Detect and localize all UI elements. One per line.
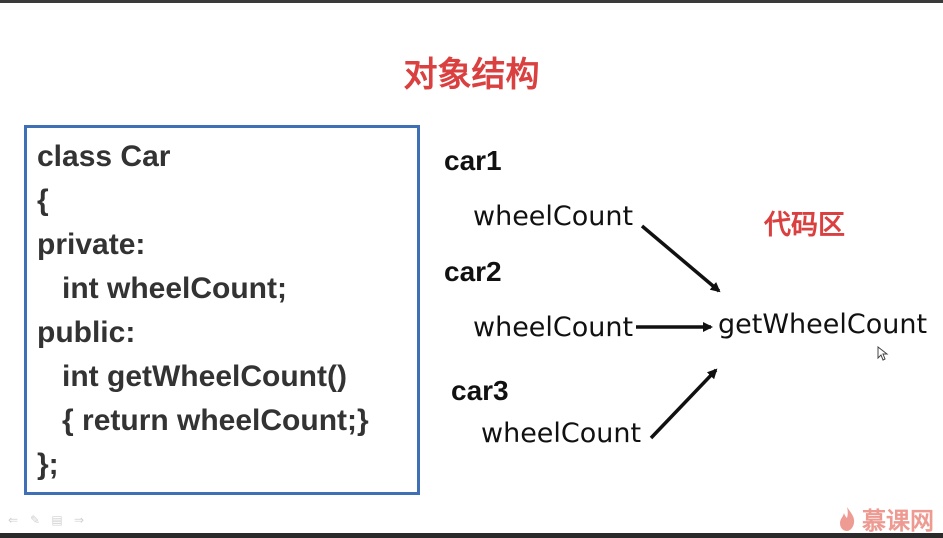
window-bottom-bar <box>0 533 943 538</box>
brand-text: 慕课网 <box>862 507 934 535</box>
reference-arrows <box>636 224 721 440</box>
mouse-cursor-icon <box>877 346 889 361</box>
prev-arrow-icon[interactable]: ⇐ <box>6 514 20 526</box>
pen-icon[interactable]: ✎ <box>28 514 42 526</box>
next-arrow-icon[interactable]: ⇒ <box>72 514 86 526</box>
brand-watermark: 慕课网 <box>838 501 934 536</box>
arrow-car1 <box>640 224 721 293</box>
menu-icon[interactable]: ▤ <box>50 514 64 526</box>
slide-nav-controls: ⇐ ✎ ▤ ⇒ <box>6 514 86 526</box>
flame-logo-icon <box>840 506 855 531</box>
arrow-car3 <box>649 368 718 440</box>
slide-canvas: 对象结构 class Car { private: int wheelCount… <box>0 3 943 536</box>
